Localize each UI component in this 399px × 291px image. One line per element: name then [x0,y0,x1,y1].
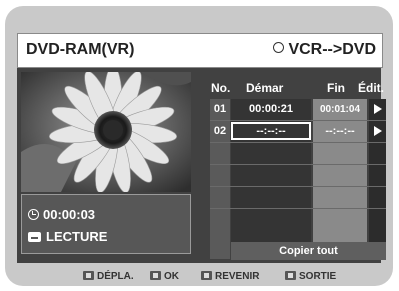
move-icon [83,271,94,280]
ok-icon [150,271,161,280]
footer-bar: DÉPLA. OK REVENIR SORTIE [5,268,393,286]
col-header-end: Fin [327,81,345,95]
row-number: 02 [213,125,227,137]
copy-all-button[interactable]: Copier tout [231,242,386,260]
row-divider [210,120,386,121]
row-end-time[interactable]: 00:01:04 [313,104,367,115]
copy-mode-label: VCR-->DVD [288,41,376,58]
footer-exit-label: SORTIE [299,271,337,282]
status-row: LECTURE [28,229,107,244]
table-header: No. Démar Fin Édit. [210,78,386,98]
playback-status: LECTURE [46,229,108,244]
row-divider [210,208,386,209]
col-header-edit: Édit. [358,81,384,95]
footer-ok: OK [150,271,179,282]
return-icon [201,271,212,280]
row-divider [210,164,386,165]
row-start-time[interactable]: --:--:-- [231,125,311,137]
play-mode-icon [28,232,41,242]
footer-back-label: REVENIR [215,271,260,282]
row-divider [210,142,386,143]
row-number: 01 [213,103,227,115]
col-header-no: No. [211,81,231,95]
mode-indicator-icon [273,42,285,53]
playback-time: 00:00:03 [43,207,96,222]
arrow-right-icon[interactable] [374,104,382,114]
clock-icon [28,209,39,220]
exit-icon [285,271,296,280]
footer-exit: SORTIE [285,271,336,282]
flower-image [21,72,191,192]
arrow-right-icon[interactable] [374,126,382,136]
footer-ok-label: OK [164,271,179,282]
footer-move: DÉPLA. [83,271,134,282]
column-end [313,99,367,259]
header-bar: DVD-RAM(VR) VCR-->DVD [17,33,383,68]
disc-type-title: DVD-RAM(VR) [26,41,135,58]
tv-screen: DVD-RAM(VR) VCR-->DVD 00:00:03 LECTURE N… [5,6,393,286]
main-panel: 00:00:03 LECTURE No. Démar Fin Édit. 01 … [17,68,386,263]
video-preview [21,72,191,192]
column-no [210,99,230,259]
playback-info: 00:00:03 LECTURE [21,194,191,254]
row-end-time[interactable]: --:--:-- [313,125,367,137]
copy-mode: VCR-->DVD [273,41,376,59]
footer-back: REVENIR [201,271,259,282]
title-list-table: No. Démar Fin Édit. 01 00:00:21 00:01:04 [210,74,386,260]
column-edit [369,99,386,259]
row-start-time[interactable]: 00:00:21 [231,103,311,115]
footer-move-label: DÉPLA. [97,271,134,282]
row-divider [210,186,386,187]
time-row: 00:00:03 [28,207,95,222]
col-header-start: Démar [246,81,284,95]
